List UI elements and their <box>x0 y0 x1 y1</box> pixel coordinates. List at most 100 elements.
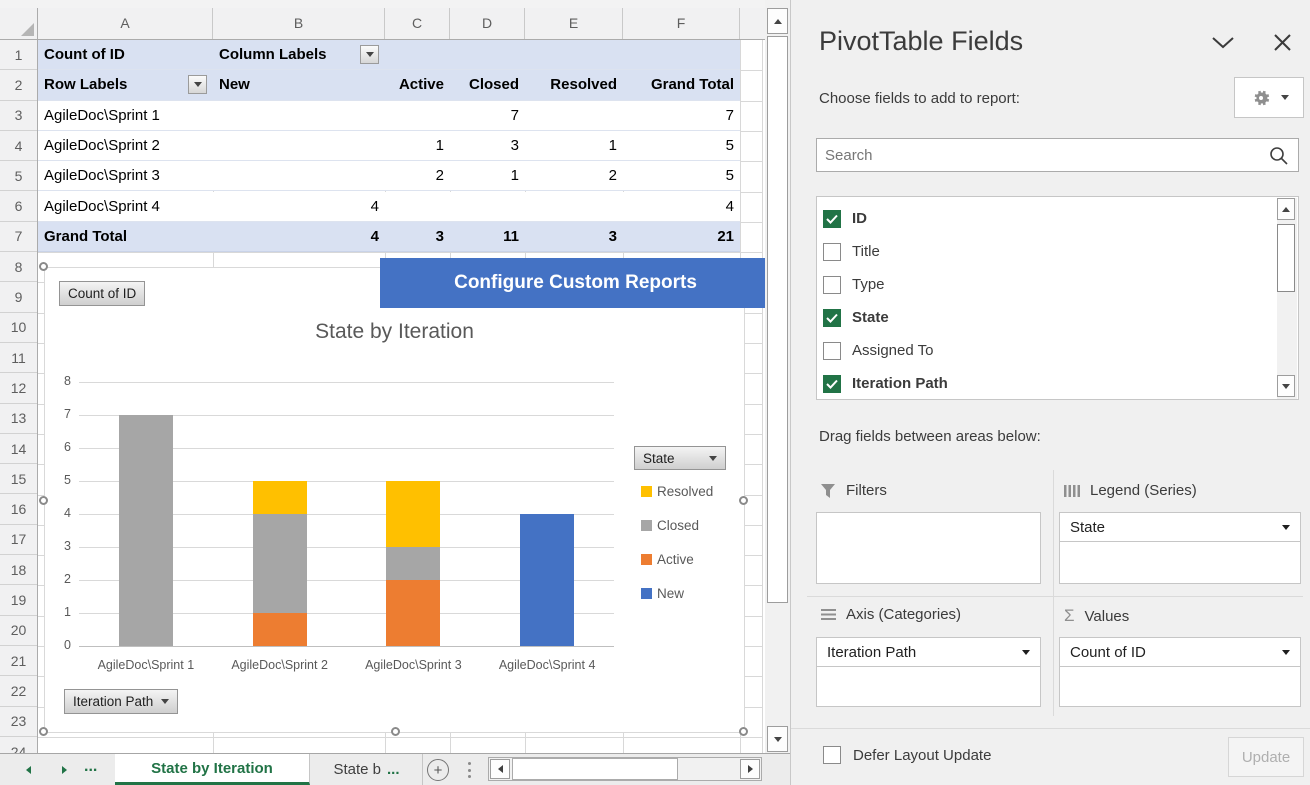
field-checkbox[interactable] <box>823 375 841 393</box>
list-scroll-down-button[interactable] <box>1277 375 1295 397</box>
pivot-col-grand-total[interactable]: Grand Total <box>623 70 740 99</box>
chart-title[interactable]: State by Iteration <box>45 320 744 344</box>
tab-options-dots-icon[interactable] <box>468 762 472 778</box>
field-item-title[interactable]: Title <box>823 235 880 268</box>
vertical-scroll-thumb[interactable] <box>767 36 788 603</box>
add-sheet-button[interactable]: + <box>427 759 449 781</box>
row-header-3[interactable]: 3 <box>0 101 37 131</box>
list-scroll-thumb[interactable] <box>1277 224 1295 292</box>
cell[interactable]: 5 <box>623 161 740 190</box>
bar-segment-active[interactable] <box>253 613 307 646</box>
chart-handle-mid-right[interactable] <box>739 496 748 505</box>
field-item-iteration-path[interactable]: Iteration Path <box>823 367 948 400</box>
bar-segment-active[interactable] <box>386 580 440 646</box>
field-item-state[interactable]: State <box>823 301 889 334</box>
row-header-17[interactable]: 17 <box>0 525 37 555</box>
scroll-up-button[interactable] <box>767 8 788 34</box>
grand-total-label[interactable]: Grand Total <box>38 222 213 251</box>
chart-handle-bottom-left[interactable] <box>39 727 48 736</box>
row-header-1[interactable]: 1 <box>0 40 37 70</box>
cell[interactable] <box>525 192 623 221</box>
defer-layout-checkbox[interactable] <box>823 746 841 764</box>
pivot-col-closed[interactable]: Closed <box>450 70 525 99</box>
cell[interactable]: 7 <box>450 101 525 130</box>
bar-segment-closed[interactable] <box>386 547 440 580</box>
scroll-down-button[interactable] <box>767 726 788 752</box>
chart-value-field-button[interactable]: Count of ID <box>59 281 145 306</box>
field-checkbox[interactable] <box>823 210 841 228</box>
cell[interactable] <box>385 101 450 130</box>
row-label[interactable]: AgileDoc\Sprint 4 <box>38 192 213 221</box>
row-header-14[interactable]: 14 <box>0 434 37 464</box>
horizontal-scroll-thumb[interactable] <box>512 758 678 780</box>
chevron-down-icon[interactable] <box>1211 36 1235 50</box>
column-header-D[interactable]: D <box>450 8 525 39</box>
row-header-8[interactable]: 8 <box>0 252 37 282</box>
row-header-20[interactable]: 20 <box>0 616 37 646</box>
cell[interactable]: 4 <box>213 222 385 251</box>
field-list-scrollbar[interactable] <box>1277 198 1297 399</box>
field-checkbox[interactable] <box>823 243 841 261</box>
bar-segment-closed[interactable] <box>119 415 173 646</box>
row-label[interactable]: AgileDoc\Sprint 3 <box>38 161 213 190</box>
cell[interactable]: 2 <box>385 161 450 190</box>
close-icon[interactable] <box>1274 34 1291 51</box>
legend-item-active[interactable]: Active <box>641 551 694 567</box>
legend-item-new[interactable]: New <box>641 585 684 601</box>
row-header-12[interactable]: 12 <box>0 373 37 403</box>
search-input[interactable] <box>825 139 1265 171</box>
cell[interactable]: 3 <box>385 222 450 251</box>
chart-handle-bottom-mid[interactable] <box>391 727 400 736</box>
horizontal-scrollbar[interactable] <box>488 757 762 781</box>
bar-segment-new[interactable] <box>520 514 574 646</box>
cell[interactable]: 3 <box>525 222 623 251</box>
row-header-15[interactable]: 15 <box>0 464 37 494</box>
cell[interactable] <box>525 101 623 130</box>
vertical-scrollbar[interactable] <box>765 0 790 753</box>
cell[interactable] <box>213 131 385 160</box>
field-item-assigned-to[interactable]: Assigned To <box>823 334 933 367</box>
row-header-7[interactable]: 7 <box>0 222 37 252</box>
row-header-22[interactable]: 22 <box>0 676 37 706</box>
row-header-9[interactable]: 9 <box>0 282 37 312</box>
row-header-21[interactable]: 21 <box>0 646 37 676</box>
row-labels-filter-button[interactable] <box>188 75 207 94</box>
row-header-2[interactable]: 2 <box>0 70 37 100</box>
field-checkbox[interactable] <box>823 309 841 327</box>
row-header-19[interactable]: 19 <box>0 585 37 615</box>
row-header-5[interactable]: 5 <box>0 161 37 191</box>
pivot-cell-b1[interactable]: Column Labels <box>213 40 385 69</box>
column-labels-filter-button[interactable] <box>360 45 379 64</box>
field-item-type[interactable]: Type <box>823 268 885 301</box>
values-drop-area[interactable]: Count of ID <box>1059 637 1301 707</box>
hidden-sheets-ellipsis[interactable]: ... <box>84 758 97 776</box>
scroll-right-button[interactable] <box>740 759 760 779</box>
cell[interactable]: 1 <box>525 131 623 160</box>
row-header-4[interactable]: 4 <box>0 131 37 161</box>
scroll-left-button[interactable] <box>490 759 510 779</box>
cell[interactable]: 1 <box>385 131 450 160</box>
field-item-id[interactable]: ID <box>823 202 867 235</box>
row-header-24[interactable]: 24 <box>0 737 37 753</box>
cell[interactable]: 5 <box>623 131 740 160</box>
row-header-23[interactable]: 23 <box>0 707 37 737</box>
column-header-A[interactable]: A <box>38 8 213 39</box>
chart-handle-top-left[interactable] <box>39 262 48 271</box>
pivot-col-resolved[interactable]: Resolved <box>525 70 623 99</box>
chart-axis-field-button[interactable]: Iteration Path <box>64 689 178 714</box>
tools-button[interactable] <box>1234 77 1304 118</box>
chart-handle-bottom-right[interactable] <box>739 727 748 736</box>
search-icon[interactable] <box>1269 146 1289 166</box>
bar-segment-closed[interactable] <box>253 514 307 613</box>
column-header-F[interactable]: F <box>623 8 740 39</box>
sheet-tab-state-by-iteration[interactable]: State by Iteration <box>115 754 310 785</box>
field-checkbox[interactable] <box>823 342 841 360</box>
select-all-corner[interactable] <box>0 8 38 39</box>
cell[interactable] <box>213 101 385 130</box>
cell[interactable]: 21 <box>623 222 740 251</box>
axis-drop-area[interactable]: Iteration Path <box>816 637 1041 707</box>
row-label[interactable]: AgileDoc\Sprint 2 <box>38 131 213 160</box>
row-header-18[interactable]: 18 <box>0 555 37 585</box>
legend-drop-area[interactable]: State <box>1059 512 1301 584</box>
column-header-C[interactable]: C <box>385 8 450 39</box>
